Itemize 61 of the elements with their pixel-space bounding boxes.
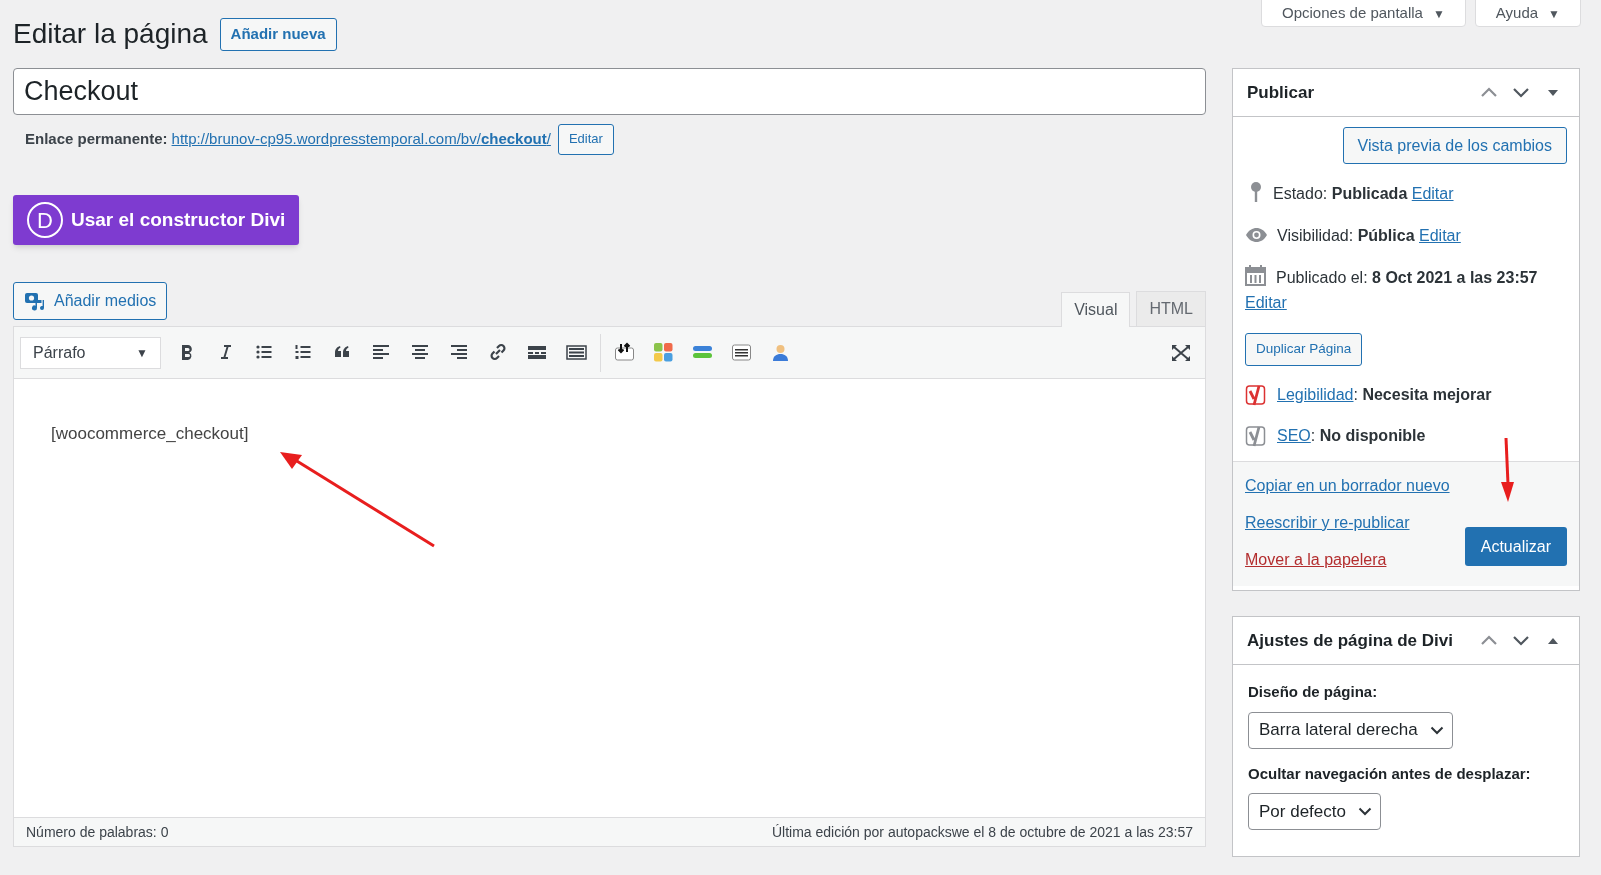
select-field[interactable]: Barra lateral derecha [1248, 711, 1453, 749]
chevron-down-icon [1512, 635, 1530, 646]
field-label: Diseño de página: [1248, 682, 1379, 702]
upload-icon [614, 342, 635, 363]
caret-down-icon [1547, 88, 1559, 97]
add-new-button[interactable]: Añadir nueva [219, 17, 337, 51]
update-button[interactable]: Actualizar [1464, 527, 1567, 566]
add-media-button[interactable]: Añadir medios [13, 282, 168, 320]
user-icon [770, 342, 791, 363]
chevron-down-icon [1429, 725, 1444, 735]
permalink-link[interactable]: http://brunov-cp95.wordpresstemporal.com/bv/checkout/ [171, 127, 551, 151]
box-title: Ajustes de página de Divi [1247, 629, 1454, 652]
title-field[interactable]: Checkout [13, 68, 1206, 115]
edit-link[interactable]: Editar [1419, 227, 1461, 244]
shortcode-text: [woocommerce_checkout] [51, 423, 249, 445]
duplicate-page-button[interactable]: Duplicar Página [1245, 333, 1363, 366]
caret-up-icon [1547, 636, 1559, 645]
post-action-link[interactable]: Copiar en un borrador nuevo [1245, 474, 1450, 498]
editor-tab[interactable]: HTML [1136, 291, 1206, 326]
chevron-up-icon [1480, 635, 1498, 646]
keyboard-icon [566, 342, 587, 363]
chevron-down-icon [1357, 807, 1372, 816]
seo-status-text: Legibilidad: Necesita mejorar [1277, 384, 1492, 405]
yoast-icon [1245, 383, 1267, 406]
publish-info-text: Publicado el: 8 Oct 2021 a las 23:57 [1276, 269, 1538, 286]
select-field[interactable]: Por defecto [1248, 793, 1381, 830]
eye-icon [1245, 227, 1268, 243]
box-title: Publicar [1247, 81, 1316, 104]
yoast-icon [1245, 424, 1267, 447]
divi-builder-button[interactable]: D Usar el constructor Divi [13, 195, 300, 245]
trash-link[interactable]: Mover a la papelera [1245, 548, 1450, 572]
chevron-down-icon [1512, 87, 1530, 98]
publish-info-text: Visibilidad: Pública [1277, 227, 1415, 244]
edit-link[interactable]: Editar [1411, 185, 1454, 202]
page-title: Editar la página [13, 20, 208, 48]
permalink-label: Enlace permanente: [25, 128, 168, 149]
seo-status-text: SEO: No disponible [1277, 425, 1426, 446]
editor-tab[interactable]: Visual [1061, 292, 1131, 327]
publish-info-text: Estado: Publicada [1273, 185, 1408, 202]
arrow-drawing [1499, 438, 1515, 504]
media-icon [24, 290, 46, 312]
post-action-link[interactable]: Reescribir y re-publicar [1245, 511, 1450, 535]
pin-icon [1249, 181, 1263, 203]
preview-button[interactable]: Vista previa de los cambios [1342, 127, 1567, 164]
edit-link[interactable]: Editar [1245, 294, 1287, 311]
chevron-up-icon [1480, 87, 1498, 98]
fullscreen-icon [1171, 343, 1191, 362]
edit-button[interactable]: Editar [557, 123, 614, 155]
notepad-icon [731, 342, 752, 363]
editor-content-area[interactable]: [woocommerce_checkout] [14, 379, 1205, 817]
divi-logo-icon: D [27, 202, 63, 238]
color-grid-icon [653, 342, 674, 363]
seo-link[interactable]: Legibilidad [1277, 385, 1354, 403]
word-count: Número de palabras: 0 [26, 822, 169, 842]
calendar-icon [1245, 265, 1266, 286]
field-label: Ocultar navegación antes de desplazar: [1248, 763, 1532, 784]
screen-tab[interactable]: Opciones de pantalla ▼ [1261, 0, 1466, 27]
seo-link[interactable]: SEO [1277, 426, 1311, 444]
screen-tab[interactable]: Ayuda ▼ [1474, 0, 1581, 27]
last-edit-text: Última edición por autopackswe el 8 de octubre de 2021 a las 23:57 [771, 822, 1193, 842]
format-select[interactable]: Párrafo ▼ [20, 336, 161, 369]
